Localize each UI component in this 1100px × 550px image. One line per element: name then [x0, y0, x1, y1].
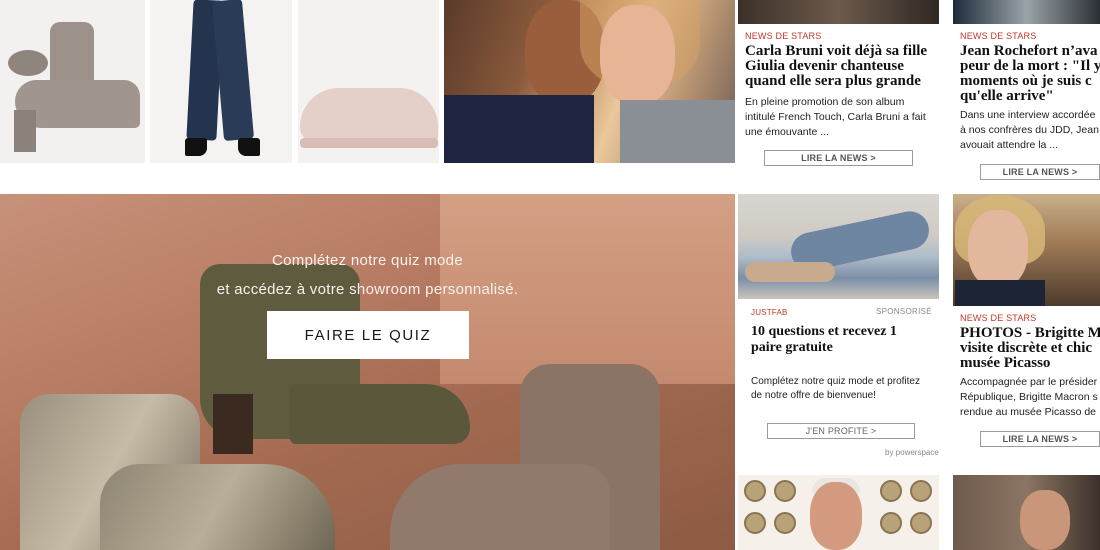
read-news-button[interactable]: LIRE LA NEWS >: [764, 150, 913, 166]
news-desc-line: avouait attendre la ...: [960, 139, 1059, 151]
sponsor-brand: JUSTFAB: [751, 308, 788, 317]
news-title-line[interactable]: peur de la mort : "Il y: [960, 59, 1100, 74]
sneaker-sole: [300, 138, 438, 148]
sponsored-title-line[interactable]: 10 questions et recevez 1: [751, 324, 897, 339]
news-title-line[interactable]: PHOTOS - Brigitte Ma: [960, 326, 1100, 341]
read-news-button[interactable]: LIRE LA NEWS >: [980, 431, 1100, 447]
woman-scarf-right: [620, 100, 735, 163]
news-desc-line: En pleine promotion de son album: [745, 96, 905, 108]
loafer-shoe: [745, 262, 835, 282]
news-image-jean-rochefort[interactable]: [953, 0, 1100, 24]
sponsor-logo: [880, 512, 902, 534]
sponsor-logo: [774, 480, 796, 502]
powerspace-byline[interactable]: by powerspace: [885, 448, 939, 457]
sponsored-title-line[interactable]: paire gratuite: [751, 340, 833, 355]
news-title-line[interactable]: moments où je suis c: [960, 74, 1092, 89]
boot-bow: [8, 50, 48, 76]
olive-boot-heel: [213, 394, 253, 454]
claim-offer-button[interactable]: J'EN PROFITE >: [767, 423, 915, 439]
boot-heel: [14, 110, 36, 152]
news-desc-line: Dans une interview accordée: [960, 109, 1096, 121]
sneaker-upper: [300, 88, 438, 144]
sponsor-logo: [910, 512, 932, 534]
news-title-line[interactable]: qu'elle arrive": [960, 89, 1054, 104]
sponsored-label: SPONSORISÉ: [876, 307, 932, 316]
news-category: NEWS DE STARS: [960, 313, 1037, 323]
product-image-pink-sneaker[interactable]: [298, 0, 439, 163]
quiz-hero-banner[interactable]: Complétez notre quiz mode et accédez à v…: [0, 194, 735, 550]
person-coat: [955, 280, 1045, 306]
news-desc-line: une émouvante ...: [745, 126, 830, 138]
sponsor-logo: [910, 480, 932, 502]
metallic-boot-foot: [100, 464, 335, 550]
hero-text: Complétez notre quiz mode et accédez à v…: [160, 246, 575, 304]
news-image-carla-bruni[interactable]: [738, 0, 939, 24]
news-desc-line: intitulé French Touch, Carla Bruni a fai…: [745, 111, 926, 123]
hero-line-1: Complétez notre quiz mode: [272, 252, 463, 269]
product-image-two-women[interactable]: [444, 0, 735, 163]
news-title-line[interactable]: Jean Rochefort n’ava: [960, 44, 1097, 59]
taupe-boot-foot: [390, 464, 610, 550]
news-category: NEWS DE STARS: [960, 31, 1037, 41]
person-face: [1020, 490, 1070, 550]
sponsor-logo: [744, 480, 766, 502]
news-title-line[interactable]: musée Picasso: [960, 356, 1050, 371]
news-title-line[interactable]: visite discrète et chic: [960, 341, 1092, 356]
person-face: [810, 482, 862, 550]
news-title-line[interactable]: Giulia devenir chanteuse: [745, 59, 904, 74]
sponsored-desc-line: de notre offre de bienvenue!: [751, 390, 876, 401]
woman-top-left: [444, 95, 594, 163]
olive-boot-foot: [290, 384, 470, 444]
jeans-right-leg: [211, 0, 255, 142]
sponsor-logo: [774, 512, 796, 534]
news-desc-line: à nos confrères du JDD, Jean: [960, 124, 1099, 136]
take-quiz-button[interactable]: FAIRE LE QUIZ: [267, 311, 469, 359]
sponsor-logo: [744, 512, 766, 534]
news-title-line[interactable]: quand elle sera plus grande: [745, 74, 921, 89]
sponsored-desc-line: Complétez notre quiz mode et profitez: [751, 376, 920, 387]
product-image-grey-ankle-boot[interactable]: [0, 0, 145, 163]
heel-right: [238, 138, 260, 156]
news-category: NEWS DE STARS: [745, 31, 822, 41]
news-title-line[interactable]: Carla Bruni voit déjà sa fille: [745, 44, 927, 59]
news-desc-line: Accompagnée par le présider: [960, 376, 1098, 388]
product-image-jeans-heels[interactable]: [150, 0, 292, 163]
news-desc-line: République, Brigitte Macron s: [960, 391, 1098, 403]
sponsor-logo: [880, 480, 902, 502]
hero-line-2: et accédez à votre showroom personnalisé…: [216, 281, 519, 298]
read-news-button[interactable]: LIRE LA NEWS >: [980, 164, 1100, 180]
page: Complétez notre quiz mode et accédez à v…: [0, 0, 1100, 550]
heel-left: [185, 138, 207, 156]
person-face: [968, 210, 1028, 288]
news-desc-line: rendue au musée Picasso de: [960, 406, 1097, 418]
woman-face-right: [600, 5, 675, 105]
